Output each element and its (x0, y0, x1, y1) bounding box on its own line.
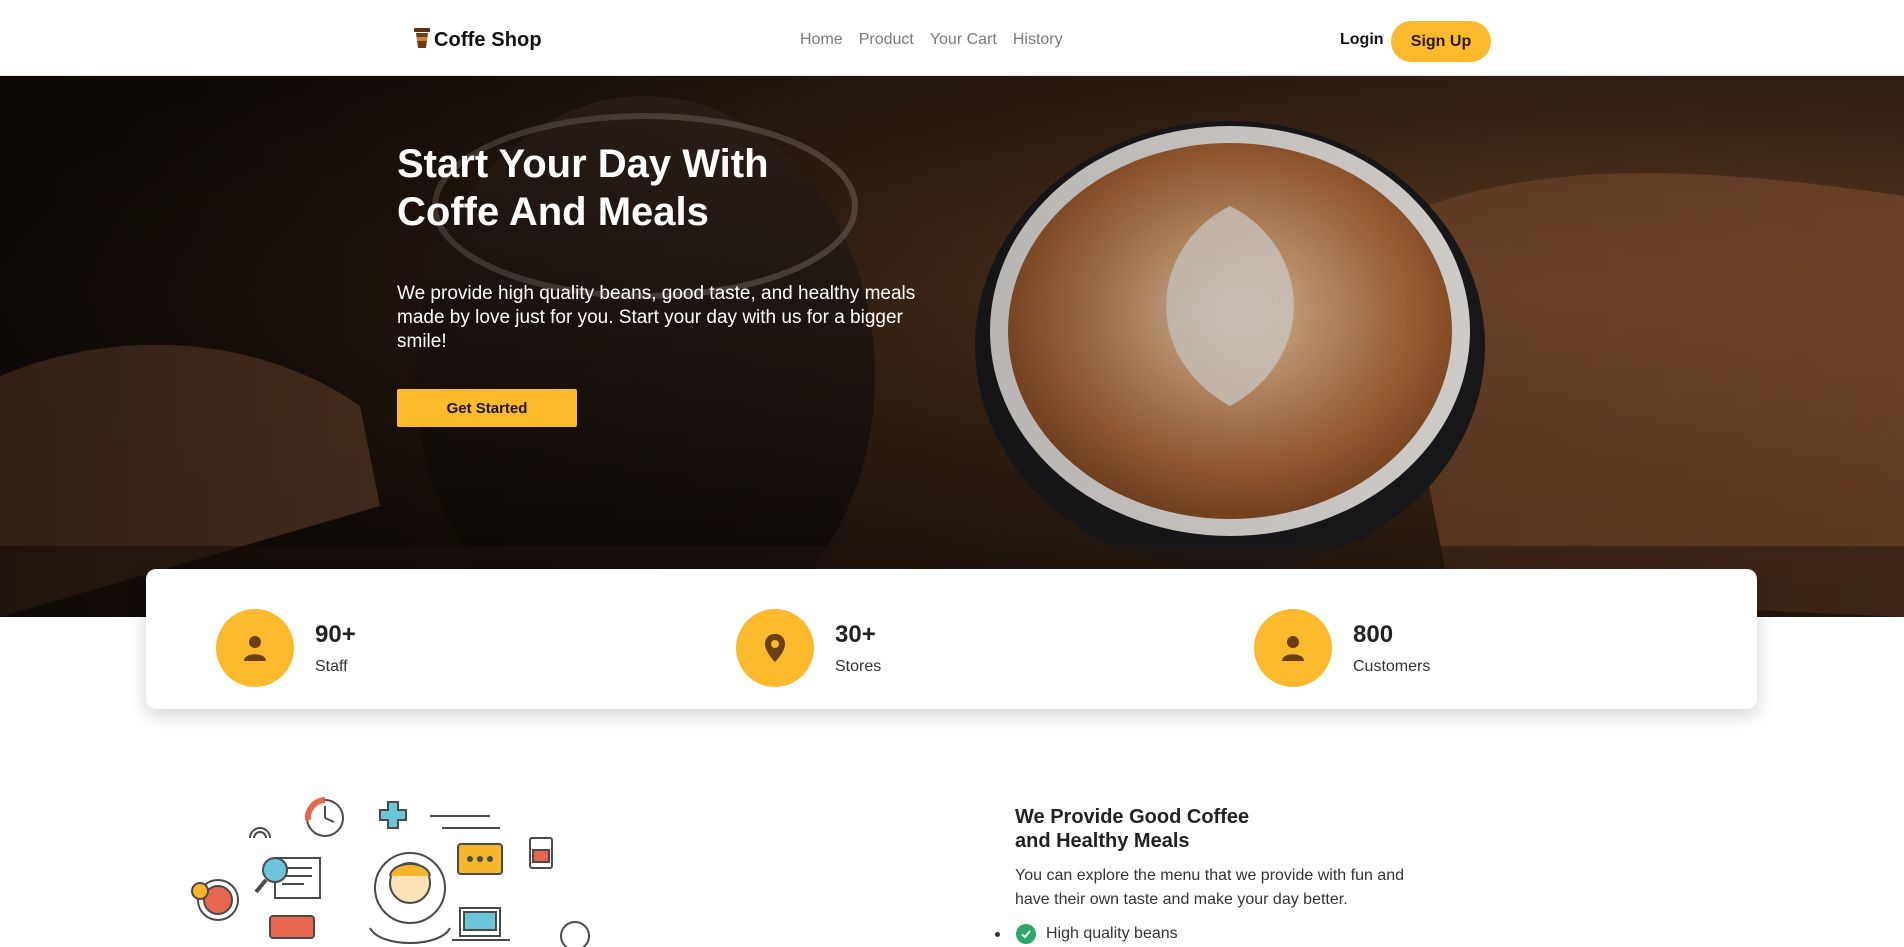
stat-label: Stores (835, 658, 882, 675)
hero-title-line-1: Start Your Day With (397, 142, 769, 186)
team-illustration (180, 788, 610, 947)
stat-value: 90+ (315, 621, 356, 648)
check-icon (1016, 924, 1036, 944)
stat-customers: 800 Customers (1254, 609, 1430, 687)
get-started-button[interactable]: Get Started (397, 389, 577, 427)
hero-overlay (0, 76, 1904, 617)
nav-link-product[interactable]: Product (859, 31, 914, 49)
login-link[interactable]: Login (1340, 31, 1384, 49)
feature-title-line-2: and Healthy Meals (1015, 830, 1190, 852)
list-item: High quality beans (995, 924, 1435, 944)
brand-name: Coffe Shop (434, 29, 542, 51)
stat-value: 30+ (835, 621, 876, 648)
location-pin-icon (736, 609, 814, 687)
feature-description: You can explore the menu that we provide… (1015, 867, 1404, 908)
feature-item-label: High quality beans (1046, 925, 1178, 942)
nav-link-cart[interactable]: Your Cart (930, 31, 997, 49)
nav-link-home[interactable]: Home (800, 31, 843, 49)
hero-title: Start Your Day With Coffe And Meals (397, 140, 917, 236)
stat-value: 800 (1353, 621, 1394, 648)
hero-banner: Start Your Day With Coffe And Meals We p… (0, 76, 1904, 617)
hero-title-line-2: Coffe And Meals (397, 190, 709, 234)
feature-title: We Provide Good Coffee and Healthy Meals (1015, 805, 1435, 853)
coffee-cup-icon (413, 27, 431, 54)
feature-list: High quality beans (995, 924, 1435, 944)
bullet-icon (995, 931, 1000, 937)
nav-link-history[interactable]: History (1013, 31, 1063, 49)
signup-button[interactable]: Sign Up (1391, 21, 1491, 62)
user-icon (216, 609, 294, 687)
stats-card: 90+ Staff 30+ Stores 800 Customers (146, 569, 1757, 709)
feature-title-line-1: We Provide Good Coffee (1015, 806, 1250, 828)
stat-label: Customers (1353, 658, 1431, 675)
hero-description: We provide high quality beans, good tast… (397, 283, 916, 352)
stat-text: 30+ Stores (835, 620, 881, 676)
feature-section: We Provide Good Coffee and Healthy Meals… (995, 805, 1435, 944)
main-nav: Home Product Your Cart History (800, 31, 1063, 49)
stat-stores: 30+ Stores (736, 609, 881, 687)
stat-text: 90+ Staff (315, 620, 356, 676)
brand[interactable]: Coffe Shop (413, 27, 542, 54)
stat-label: Staff (315, 658, 348, 675)
navbar: Coffe Shop Home Product Your Cart Histor… (0, 0, 1904, 76)
stat-staff: 90+ Staff (216, 609, 356, 687)
stat-text: 800 Customers (1353, 620, 1430, 676)
user-icon (1254, 609, 1332, 687)
